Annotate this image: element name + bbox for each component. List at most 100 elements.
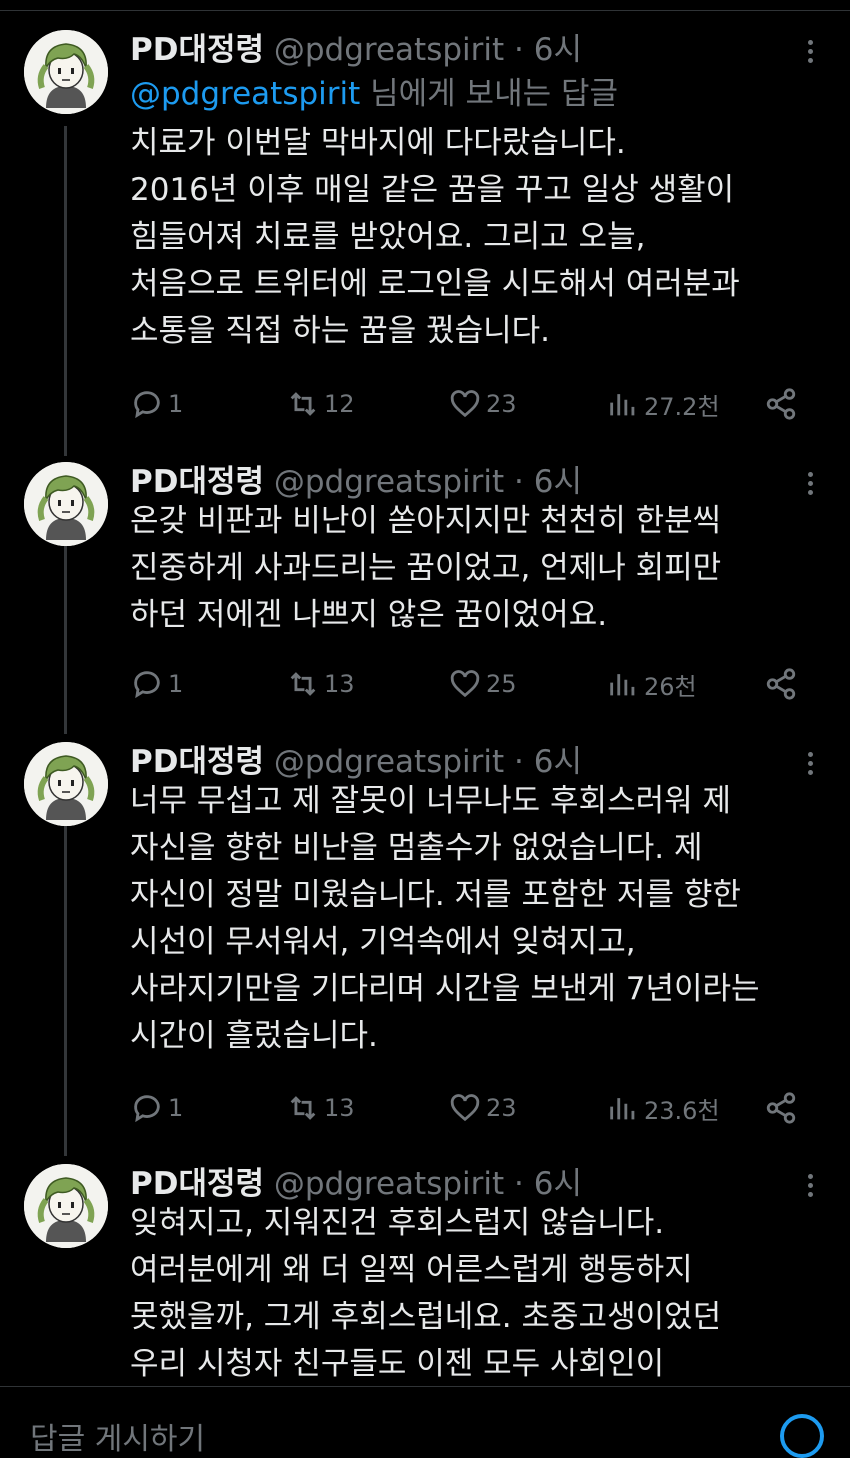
reply-button[interactable]: 1 — [130, 1088, 183, 1128]
tweet-text-line: 여러분에게 왜 더 일찍 어른스럽게 행동하지 — [130, 1252, 693, 1288]
separator-dot: · — [514, 744, 524, 780]
tweet-text-line: 하던 저에겐 나쁘지 않은 꿈이었어요. — [130, 597, 608, 633]
like-icon — [450, 390, 480, 418]
reply-count: 1 — [168, 1094, 184, 1122]
avatar[interactable] — [24, 1164, 108, 1248]
thread-connector — [64, 536, 67, 734]
like-icon — [450, 670, 480, 698]
tweet-text-line: 처음으로 트위터에 로그인을 시도해서 여러분과 — [130, 266, 740, 302]
avatar[interactable] — [24, 462, 108, 546]
tweet-text-line: 힘들어져 치료를 받았어요. 그리고 오늘, — [130, 219, 646, 255]
share-icon — [766, 1092, 796, 1124]
tweet-text-line: 자신을 향한 비난을 멈출수가 없었습니다. 제 — [130, 830, 703, 866]
avatar-image — [24, 462, 108, 546]
like-count: 25 — [486, 670, 517, 698]
like-count: 23 — [486, 390, 517, 418]
reply-button[interactable]: 1 — [130, 384, 183, 424]
tweet-actions: 1 13 23 23.6천 — [130, 1088, 830, 1128]
user-handle[interactable]: @pdgreatspirit — [274, 744, 504, 780]
reply-button[interactable]: 1 — [130, 664, 183, 704]
more-icon[interactable] — [796, 36, 824, 72]
retweet-count: 13 — [324, 670, 355, 698]
avatar-image — [24, 1164, 108, 1248]
retweet-icon — [290, 392, 316, 416]
timestamp[interactable]: 6시 — [534, 744, 582, 780]
timestamp[interactable]: 6시 — [534, 32, 582, 68]
tweet-actions: 1 12 23 27.2천 — [130, 384, 830, 424]
user-handle[interactable]: @pdgreatspirit — [274, 32, 504, 68]
reply-icon — [134, 671, 160, 699]
view-count: 23.6천 — [644, 1096, 720, 1125]
tweet-text-line: 소통을 직접 하는 꿈을 꿨습니다. — [130, 313, 551, 349]
tweet-text-line: 2016년 이후 매일 같은 꿈을 꾸고 일상 생활이 — [130, 172, 735, 208]
thread-connector — [64, 816, 67, 1156]
user-handle[interactable]: @pdgreatspirit — [274, 464, 504, 500]
display-name[interactable]: PD대정령 — [130, 1166, 264, 1202]
tweet-text-line: 우리 시청자 친구들도 이젠 모두 사회인이 — [130, 1346, 665, 1382]
tweet-text: 너무 무섭고 제 잘못이 너무나도 후회스러워 제 자신을 향한 비난을 멈출수… — [130, 778, 830, 1060]
tweet-text-line: 잊혀지고, 지워진건 후회스럽지 않습니다. — [130, 1205, 665, 1241]
view-count: 26천 — [644, 672, 697, 701]
user-handle[interactable]: @pdgreatspirit — [274, 1166, 504, 1202]
tweet-text-line: 시선이 무서워서, 기억속에서 잊혀지고, — [130, 924, 636, 960]
share-button[interactable] — [764, 384, 802, 424]
separator-dot: · — [514, 1166, 524, 1202]
reply-icon — [134, 1095, 160, 1123]
like-button[interactable]: 23 — [448, 384, 517, 424]
tweet-text: 치료가 이번달 막바지에 다다랐습니다. 2016년 이후 매일 같은 꿈을 꾸… — [130, 120, 830, 355]
views-button[interactable]: 27.2천 — [606, 384, 720, 424]
reply-to-line: @pdgreatspirit 님에게 보내는 답글 — [130, 72, 618, 116]
display-name[interactable]: PD대정령 — [130, 744, 264, 780]
tweet-text-line: 사라지기만을 기다리며 시간을 보낸게 7년이라는 — [130, 971, 760, 1007]
tweet-text-line: 못했을까, 그게 후회스럽네요. 초중고생이었던 — [130, 1299, 722, 1335]
tweet-text-line: 진중하게 사과드리는 꿈이었고, 언제나 회피만 — [130, 550, 722, 586]
thread-connector — [64, 126, 67, 456]
separator-dot: · — [514, 464, 524, 500]
avatar-image — [24, 30, 108, 114]
like-button[interactable]: 25 — [448, 664, 517, 704]
retweet-icon — [290, 672, 316, 696]
like-count: 23 — [486, 1094, 517, 1122]
retweet-button[interactable]: 12 — [286, 384, 355, 424]
avatar[interactable] — [24, 742, 108, 826]
retweet-count: 12 — [324, 390, 355, 418]
display-name[interactable]: PD대정령 — [130, 464, 264, 500]
retweet-count: 13 — [324, 1094, 355, 1122]
timestamp[interactable]: 6시 — [534, 464, 582, 500]
like-button[interactable]: 23 — [448, 1088, 517, 1128]
tweet-text-line: 시간이 흘렀습니다. — [130, 1018, 378, 1054]
reply-count: 1 — [168, 670, 184, 698]
separator-dot: · — [514, 32, 524, 68]
avatar[interactable] — [24, 30, 108, 114]
retweet-button[interactable]: 13 — [286, 1088, 355, 1128]
view-count: 27.2천 — [644, 392, 720, 421]
compose-icon[interactable] — [780, 1414, 824, 1458]
retweet-icon — [290, 1096, 316, 1120]
tweet-text: 온갖 비판과 비난이 쏟아지지만 천천히 한분씩 진중하게 사과드리는 꿈이었고… — [130, 498, 830, 639]
share-button[interactable] — [764, 664, 802, 704]
reply-composer-placeholder[interactable]: 답글 게시하기 — [30, 1414, 205, 1458]
share-icon — [766, 388, 796, 420]
mention-link[interactable]: @pdgreatspirit — [130, 76, 360, 112]
tweet-actions: 1 13 25 26천 — [130, 664, 830, 704]
like-icon — [450, 1094, 480, 1122]
retweet-button[interactable]: 13 — [286, 664, 355, 704]
avatar-image — [24, 742, 108, 826]
views-icon — [610, 1098, 635, 1120]
reply-to-label: 님에게 보내는 답글 — [360, 76, 619, 112]
top-divider — [0, 10, 850, 11]
views-button[interactable]: 23.6천 — [606, 1088, 720, 1128]
views-button[interactable]: 26천 — [606, 664, 697, 704]
reply-count: 1 — [168, 390, 184, 418]
tweet-text-line: 치료가 이번달 막바지에 다다랐습니다. — [130, 125, 626, 161]
share-button[interactable] — [764, 1088, 802, 1128]
tweet-text-line: 너무 무섭고 제 잘못이 너무나도 후회스러워 제 — [130, 783, 732, 819]
display-name[interactable]: PD대정령 — [130, 32, 264, 68]
tweet-text-line: 온갖 비판과 비난이 쏟아지지만 천천히 한분씩 — [130, 503, 722, 539]
timestamp[interactable]: 6시 — [534, 1166, 582, 1202]
tweet-header: PD대정령 @pdgreatspirit · 6시 — [130, 28, 582, 72]
views-icon — [610, 394, 635, 416]
share-icon — [766, 668, 796, 700]
reply-icon — [134, 391, 160, 419]
tweet-text: 잊혀지고, 지워진건 후회스럽지 않습니다. 여러분에게 왜 더 일찍 어른스럽… — [130, 1200, 830, 1388]
